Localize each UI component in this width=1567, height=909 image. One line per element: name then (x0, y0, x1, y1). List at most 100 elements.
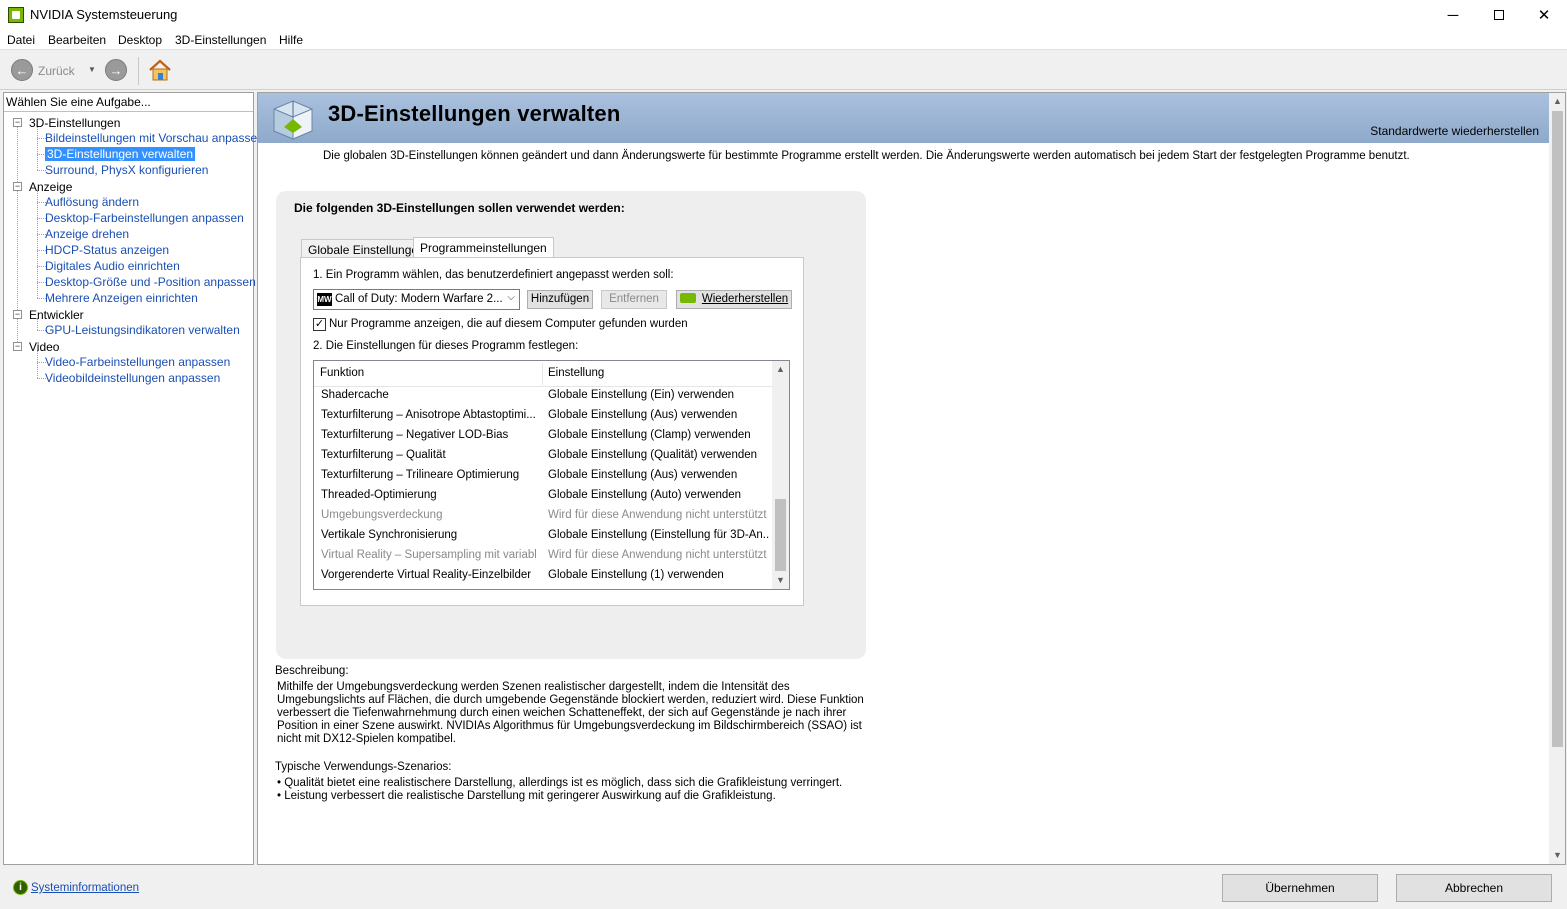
menu-hilfe[interactable]: Hilfe (279, 33, 303, 47)
back-label[interactable]: Zurück (38, 64, 75, 78)
content-scroll-thumb[interactable] (1552, 111, 1563, 747)
apply-button[interactable]: Übernehmen (1222, 874, 1378, 902)
tree-category-3d-einstellungen[interactable]: 3D-Einstellungen (29, 116, 120, 130)
nav-bildeinstellungen-vorschau[interactable]: Bildeinstellungen mit Vorschau anpassen (45, 131, 264, 145)
menu-bearbeiten[interactable]: Bearbeiten (48, 33, 106, 47)
menu-datei[interactable]: Datei (7, 33, 35, 47)
tree-category-video[interactable]: Video (29, 340, 59, 354)
back-button[interactable]: ← (11, 59, 33, 81)
row-feature: Vorgerenderte Virtual Reality-Einzelbild… (321, 569, 532, 581)
home-icon[interactable] (147, 57, 173, 83)
scroll-up-icon[interactable]: ▲ (1549, 93, 1565, 110)
collapse-entwickler-icon[interactable]: − (13, 310, 22, 319)
nav-desktop-groesse-position[interactable]: Desktop-Größe und -Position anpassen (45, 275, 256, 289)
nav-desktop-farbeinstellungen[interactable]: Desktop-Farbeinstellungen anpassen (45, 211, 244, 225)
tree-category-entwickler[interactable]: Entwickler (29, 308, 84, 322)
nav-hdcp-status[interactable]: HDCP-Status anzeigen (45, 243, 169, 257)
content-scrollbar[interactable]: ▲ ▼ (1549, 93, 1565, 864)
task-label: Wählen Sie eine Aufgabe... (6, 95, 151, 109)
row-setting: Globale Einstellung (1) verwenden (548, 569, 724, 581)
forward-arrow-icon: → (109, 62, 123, 78)
nav-gpu-leistungsindikatoren[interactable]: GPU-Leistungsindikatoren verwalten (45, 323, 240, 337)
row-feature: Umgebungsverdeckung (321, 509, 443, 521)
tree-category-anzeige[interactable]: Anzeige (29, 180, 72, 194)
content-panel: 3D-Einstellungen verwalten Standardwerte… (257, 92, 1566, 865)
history-dropdown-icon[interactable]: ▼ (88, 65, 96, 74)
menu-bar: Datei Bearbeiten Desktop 3D-Einstellunge… (0, 30, 1567, 50)
program-game-icon: MW (317, 293, 332, 306)
usage-item-performance: • Leistung verbessert die realistische D… (277, 790, 776, 802)
window-title: NVIDIA Systemsteuerung (30, 7, 178, 22)
list-row[interactable]: Umgebungsverdeckung Wird für diese Anwen… (314, 507, 772, 527)
nav-video-farbeinstellungen[interactable]: Video-Farbeinstellungen anpassen (45, 355, 230, 369)
nvidia-logo-icon (679, 293, 696, 303)
row-feature: Shadercache (321, 389, 389, 401)
list-row[interactable]: Virtual Reality – Supersampling mit vari… (314, 547, 772, 567)
list-row[interactable]: Texturfilterung – Trilineare Optimierung… (314, 467, 772, 487)
nav-surround-physx[interactable]: Surround, PhysX konfigurieren (45, 163, 208, 177)
menu-3d-einstellungen[interactable]: 3D-Einstellungen (175, 33, 266, 47)
column-header-funktion[interactable]: Funktion (320, 367, 364, 379)
restore-defaults-link[interactable]: Standardwerte wiederherstellen (1370, 124, 1539, 138)
chevron-down-icon: ⌵ (507, 292, 515, 303)
description-text: Mithilfe der Umgebungsverdeckung werden … (277, 681, 864, 745)
restore-program-button[interactable]: Wiederherstellen (676, 290, 792, 309)
add-program-button[interactable]: Hinzufügen (527, 290, 593, 309)
settings-group: Die folgenden 3D-Einstellungen sollen ve… (276, 191, 866, 659)
close-button[interactable]: ✕ (1521, 0, 1567, 30)
remove-program-button[interactable]: Entfernen (601, 290, 667, 309)
nav-digitales-audio[interactable]: Digitales Audio einrichten (45, 259, 180, 273)
cancel-button[interactable]: Abbrechen (1396, 874, 1552, 902)
nav-3d-einstellungen-verwalten[interactable]: 3D-Einstellungen verwalten (45, 147, 196, 161)
row-setting: Globale Einstellung (Clamp) verwenden (548, 429, 751, 441)
nav-videobildeinstellungen[interactable]: Videobildeinstellungen anpassen (45, 371, 220, 385)
scroll-down-icon[interactable]: ▼ (772, 572, 789, 589)
program-settings-panel: 1. Ein Programm wählen, das benutzerdefi… (300, 257, 804, 606)
feature-settings-list[interactable]: Funktion Einstellung Shadercache Globale… (313, 360, 790, 590)
installed-only-checkbox[interactable]: ✓ (313, 318, 326, 331)
list-row[interactable]: Texturfilterung – Anisotrope Abtastoptim… (314, 407, 772, 427)
nvidia-app-icon (8, 7, 24, 23)
minimize-button[interactable]: ─ (1430, 0, 1476, 30)
list-row[interactable]: Threaded-Optimierung Globale Einstellung… (314, 487, 772, 507)
toolbar-separator (138, 57, 139, 85)
list-header: Funktion Einstellung (314, 361, 772, 387)
scroll-down-icon[interactable]: ▼ (1549, 847, 1565, 864)
task-navigation-panel: Wählen Sie eine Aufgabe... − 3D-Einstell… (3, 92, 264, 865)
program-select[interactable]: MW Call of Duty: Modern Warfare 2... ⌵ (313, 289, 520, 310)
list-row[interactable]: Vertikale Synchronisierung Globale Einst… (314, 527, 772, 547)
list-row[interactable]: Vorgerenderte Virtual Reality-Einzelbild… (314, 567, 772, 587)
settings-heading: Die folgenden 3D-Einstellungen sollen ve… (294, 201, 625, 215)
row-setting: Wird für diese Anwendung nicht unterstüt… (548, 509, 767, 521)
step1-label: 1. Ein Programm wählen, das benutzerdefi… (313, 269, 674, 281)
column-header-einstellung[interactable]: Einstellung (548, 367, 604, 379)
page-title: 3D-Einstellungen verwalten (328, 101, 621, 126)
row-feature: Texturfilterung – Qualität (321, 449, 446, 461)
nav-aufloesung-aendern[interactable]: Auflösung ändern (45, 195, 139, 209)
tab-programmeinstellungen[interactable]: Programmeinstellungen (413, 237, 554, 259)
toolbar: ← Zurück ▼ → (0, 51, 1567, 90)
3d-settings-icon (273, 100, 313, 140)
page-banner: 3D-Einstellungen verwalten Standardwerte… (258, 93, 1549, 143)
maximize-button[interactable] (1476, 0, 1522, 30)
list-row[interactable]: Texturfilterung – Qualität Globale Einst… (314, 447, 772, 467)
list-row[interactable]: Texturfilterung – Negativer LOD-Bias Glo… (314, 427, 772, 447)
nav-mehrere-anzeigen[interactable]: Mehrere Anzeigen einrichten (45, 291, 198, 305)
row-setting: Globale Einstellung (Einstellung für 3D-… (548, 529, 770, 541)
collapse-anzeige-icon[interactable]: − (13, 182, 22, 191)
forward-button[interactable]: → (105, 59, 127, 81)
collapse-3d-einstellungen-icon[interactable]: − (13, 118, 22, 127)
systeminformationen-link[interactable]: Systeminformationen (31, 882, 139, 894)
scroll-up-icon[interactable]: ▲ (772, 361, 789, 378)
nav-anzeige-drehen[interactable]: Anzeige drehen (45, 227, 129, 241)
list-row[interactable]: Shadercache Globale Einstellung (Ein) ve… (314, 387, 772, 407)
list-scrollbar[interactable]: ▲ ▼ (772, 361, 789, 589)
row-setting: Globale Einstellung (Qualität) verwenden (548, 449, 758, 461)
collapse-video-icon[interactable]: − (13, 342, 22, 351)
usage-label: Typische Verwendungs-Szenarios: (275, 761, 452, 773)
installed-only-label[interactable]: Nur Programme anzeigen, die auf diesem C… (329, 318, 688, 330)
info-icon: i (13, 880, 28, 895)
row-setting: Globale Einstellung (Aus) verwenden (548, 469, 738, 481)
menu-desktop[interactable]: Desktop (118, 33, 162, 47)
list-scroll-thumb[interactable] (775, 499, 786, 571)
